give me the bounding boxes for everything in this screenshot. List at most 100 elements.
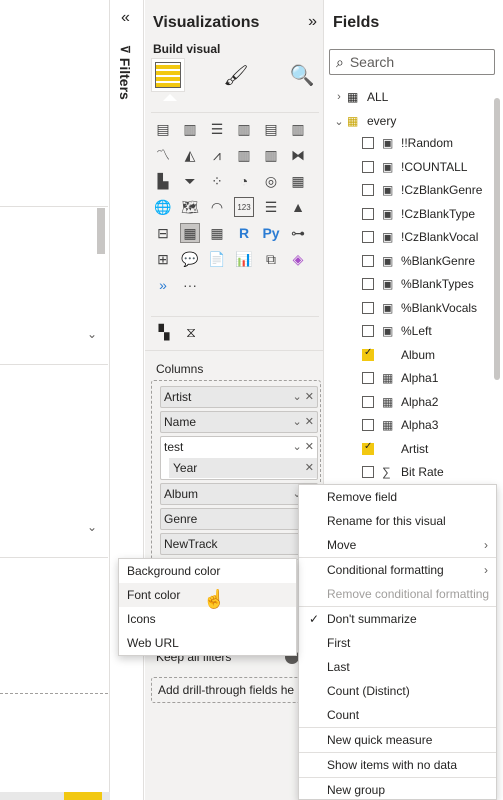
r-icon[interactable]: R <box>234 223 254 243</box>
field-checkbox[interactable] <box>362 254 374 267</box>
matrix-icon[interactable]: ▦ <box>207 223 227 243</box>
paginated-icon[interactable]: 📊 <box>234 249 254 269</box>
100-column-icon[interactable]: ▥ <box>288 119 308 139</box>
gauge-icon[interactable]: ◠ <box>207 197 227 217</box>
menu-new-quick-measure[interactable]: New quick measure <box>299 728 496 752</box>
pie-icon[interactable]: ◔ <box>234 171 254 191</box>
field-item[interactable]: Artist <box>362 438 428 460</box>
slicer-icon[interactable]: ⊟ <box>153 223 173 243</box>
field-item[interactable]: ▣ !CzBlankType <box>362 203 475 225</box>
filters-label[interactable]: ⊽Filters <box>117 45 133 100</box>
treemap-icon[interactable]: ▦ <box>288 171 308 191</box>
submenu-background-color[interactable]: Background color <box>119 559 296 583</box>
card-icon[interactable]: 123 <box>234 197 254 217</box>
drill-through-well[interactable]: Add drill-through fields he <box>151 677 321 703</box>
field-item[interactable]: ▦ Alpha3 <box>362 414 438 436</box>
smart-narrative-icon[interactable]: » <box>153 275 173 295</box>
menu-first[interactable]: First <box>299 631 496 655</box>
field-checkbox[interactable] <box>362 184 374 196</box>
menu-count-distinct[interactable]: Count (Distinct) <box>299 679 496 703</box>
apps-grid-icon[interactable]: ▚ <box>153 321 175 343</box>
field-checkbox[interactable] <box>362 441 374 455</box>
table-every[interactable]: ⌄ ▦ every <box>331 110 396 132</box>
active-page-tab[interactable] <box>64 792 102 800</box>
100-bar-icon[interactable]: ▤ <box>261 119 281 139</box>
stacked-area-icon[interactable]: ⩘ <box>207 145 227 165</box>
format-mode-button[interactable]: 🖌 <box>219 58 253 92</box>
menu-last[interactable]: Last <box>299 655 496 679</box>
fields-scrollbar[interactable] <box>494 98 500 380</box>
multirow-card-icon[interactable]: ☰ <box>261 197 281 217</box>
field-checkbox[interactable] <box>362 301 374 314</box>
field-checkbox[interactable] <box>362 278 374 290</box>
menu-show-items-no-data[interactable]: Show items with no data <box>299 753 496 777</box>
narrative-icon[interactable]: 📄 <box>207 249 227 269</box>
collapse-icon[interactable]: « <box>121 9 130 27</box>
clustered-column-icon[interactable]: ▥ <box>234 119 254 139</box>
field-item[interactable]: ▣ %Left <box>362 320 432 342</box>
field-checkbox[interactable] <box>362 231 374 243</box>
group-subfield[interactable]: Year ✕ <box>169 458 317 478</box>
waterfall-icon[interactable]: ▙ <box>153 171 173 191</box>
field-item[interactable]: Album <box>362 344 435 366</box>
line-cluster-icon[interactable]: ▥ <box>261 145 281 165</box>
field-item[interactable]: ▦ Alpha2 <box>362 391 438 413</box>
pill-controls[interactable]: ⌄ ✕ <box>293 437 315 457</box>
chevron-down-icon[interactable]: ⌄ <box>87 520 97 534</box>
chevron-down-icon[interactable]: ⌄ <box>87 327 97 341</box>
area-icon[interactable]: ◭ <box>180 145 200 165</box>
menu-conditional-formatting[interactable]: Conditional formatting › <box>299 558 496 582</box>
line-column-icon[interactable]: ▥ <box>234 145 254 165</box>
field-item[interactable]: ▣ %BlankGenre <box>362 250 475 272</box>
clustered-bar-icon[interactable]: ☰ <box>207 119 227 139</box>
ribbon-format-icon[interactable]: ⧖ <box>180 321 202 343</box>
field-pill-group[interactable]: test ⌄ ✕ Year ✕ <box>160 436 318 480</box>
qa-icon[interactable]: 💬 <box>180 249 200 269</box>
map-icon[interactable]: 🌐 <box>153 197 173 217</box>
field-item[interactable]: ▣ !COUNTALL <box>362 156 467 178</box>
analytics-mode-button[interactable]: 🔍 <box>285 58 319 92</box>
stacked-bar-icon[interactable]: ▤ <box>153 119 173 139</box>
menu-new-group[interactable]: New group <box>299 778 496 800</box>
kpi-icon[interactable]: ▲ <box>288 197 308 217</box>
field-pill-genre[interactable]: Genre⌄ <box>160 508 318 530</box>
menu-count[interactable]: Count <box>299 703 496 727</box>
python-icon[interactable]: Py <box>261 223 281 243</box>
field-pill-artist[interactable]: Artist ⌄ ✕ <box>160 386 318 408</box>
field-checkbox[interactable] <box>362 325 374 337</box>
line-icon[interactable]: 〽 <box>153 145 173 165</box>
filled-map-icon[interactable]: 🗺 <box>180 197 200 217</box>
menu-dont-summarize[interactable]: ✓ Don't summarize <box>299 607 496 631</box>
chevron-right-icon[interactable]: › <box>331 91 347 103</box>
field-item[interactable]: ▣ %BlankTypes <box>362 273 474 295</box>
field-item[interactable]: ▣ !CzBlankVocal <box>362 226 478 248</box>
columns-well[interactable]: Artist⌄ ✕ Name⌄ ✕ test⌄ ✕ Year✕ Album⌄ ✕… <box>151 380 321 560</box>
decomposition-icon[interactable]: ⊞ <box>153 249 173 269</box>
field-checkbox[interactable] <box>362 207 374 220</box>
fields-mode-button[interactable] <box>151 58 185 92</box>
chevron-down-icon[interactable]: ⌄ <box>331 115 347 128</box>
key-influencers-icon[interactable]: ⊶ <box>288 223 308 243</box>
field-item[interactable]: ▦ Alpha1 <box>362 367 438 389</box>
field-checkbox[interactable] <box>362 347 374 361</box>
report-canvas[interactable]: ⌄ ⌄ <box>0 0 110 800</box>
field-item[interactable]: ∑ Bit Rate <box>362 461 444 483</box>
menu-rename[interactable]: Rename for this visual <box>299 509 496 533</box>
expand-icon[interactable]: » <box>308 13 317 31</box>
menu-remove-field[interactable]: Remove field <box>299 485 496 509</box>
canvas-scrollbar[interactable] <box>97 208 105 254</box>
field-checkbox[interactable] <box>362 137 374 149</box>
field-pill-newtrack[interactable]: NewTrack⌄ <box>160 533 318 555</box>
funnel-chart-icon[interactable]: ⏷ <box>180 171 200 191</box>
menu-move[interactable]: Move › <box>299 533 496 557</box>
pill-controls[interactable]: ⌄ ✕ <box>293 387 315 407</box>
field-checkbox[interactable] <box>362 395 374 408</box>
field-checkbox[interactable] <box>362 160 374 173</box>
table-icon[interactable]: ▦ <box>180 223 200 243</box>
more-icon[interactable]: ··· <box>180 275 200 295</box>
scatter-icon[interactable]: ⁘ <box>207 171 227 191</box>
field-pill-album[interactable]: Album⌄ ✕ <box>160 483 318 505</box>
field-checkbox[interactable] <box>362 419 374 431</box>
submenu-icons[interactable]: Icons <box>119 607 296 631</box>
field-item[interactable]: ▣ !CzBlankGenre <box>362 179 482 201</box>
